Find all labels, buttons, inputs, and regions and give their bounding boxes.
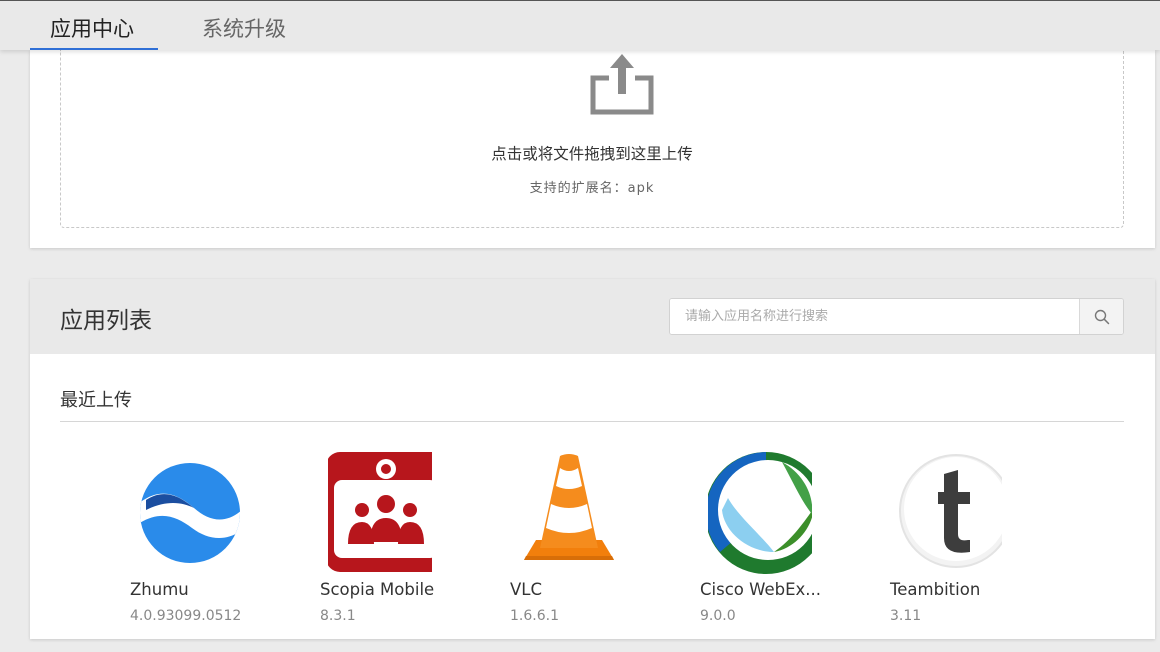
tab-system-upgrade[interactable]: 系统升级 — [202, 1, 286, 51]
app-list-card: 应用列表 最近上传 Zhumu 4.0.93099.0512 — [30, 279, 1155, 639]
app-name: VLC — [510, 580, 543, 599]
tab-app-center[interactable]: 应用中心 — [50, 1, 134, 51]
teambition-icon — [899, 454, 1002, 568]
app-item-zhumu[interactable]: Zhumu 4.0.93099.0512 — [130, 452, 300, 652]
search-input[interactable] — [670, 299, 1079, 334]
upload-dropzone[interactable]: 点击或将文件拖拽到这里上传 支持的扩展名：apk — [60, 50, 1124, 228]
app-item-cisco-webex[interactable]: Cisco WebEx... 9.0.0 — [700, 452, 870, 652]
recent-uploads-title: 最近上传 — [60, 390, 132, 411]
app-item-vlc[interactable]: VLC 1.6.6.1 — [510, 452, 680, 652]
upload-icon — [590, 54, 654, 115]
app-list-title: 应用列表 — [60, 308, 152, 334]
app-name: Cisco WebEx... — [700, 580, 822, 599]
app-name: Teambition — [890, 580, 981, 599]
zhumu-icon — [140, 463, 240, 563]
upload-card: 点击或将文件拖拽到这里上传 支持的扩展名：apk — [30, 50, 1155, 248]
upload-extension-hint: 支持的扩展名：apk — [529, 181, 655, 196]
scopia-icon — [328, 452, 432, 572]
app-item-teambition[interactable]: Teambition 3.11 — [890, 452, 1060, 652]
active-tab-indicator — [30, 48, 158, 50]
upload-instruction: 点击或将文件拖拽到这里上传 — [491, 145, 693, 163]
section-divider — [60, 421, 1124, 422]
vlc-cone-icon — [524, 454, 614, 560]
webex-icon — [708, 452, 812, 574]
search-icon — [1094, 309, 1110, 325]
app-name: Scopia Mobile — [320, 580, 435, 599]
app-list-header: 应用列表 — [30, 279, 1155, 354]
app-name: Zhumu — [130, 580, 189, 599]
top-nav: 应用中心 系统升级 — [0, 0, 1160, 50]
search-box — [669, 298, 1124, 335]
search-button[interactable] — [1079, 299, 1123, 334]
app-item-scopia-mobile[interactable]: Scopia Mobile 8.3.1 — [320, 452, 490, 652]
